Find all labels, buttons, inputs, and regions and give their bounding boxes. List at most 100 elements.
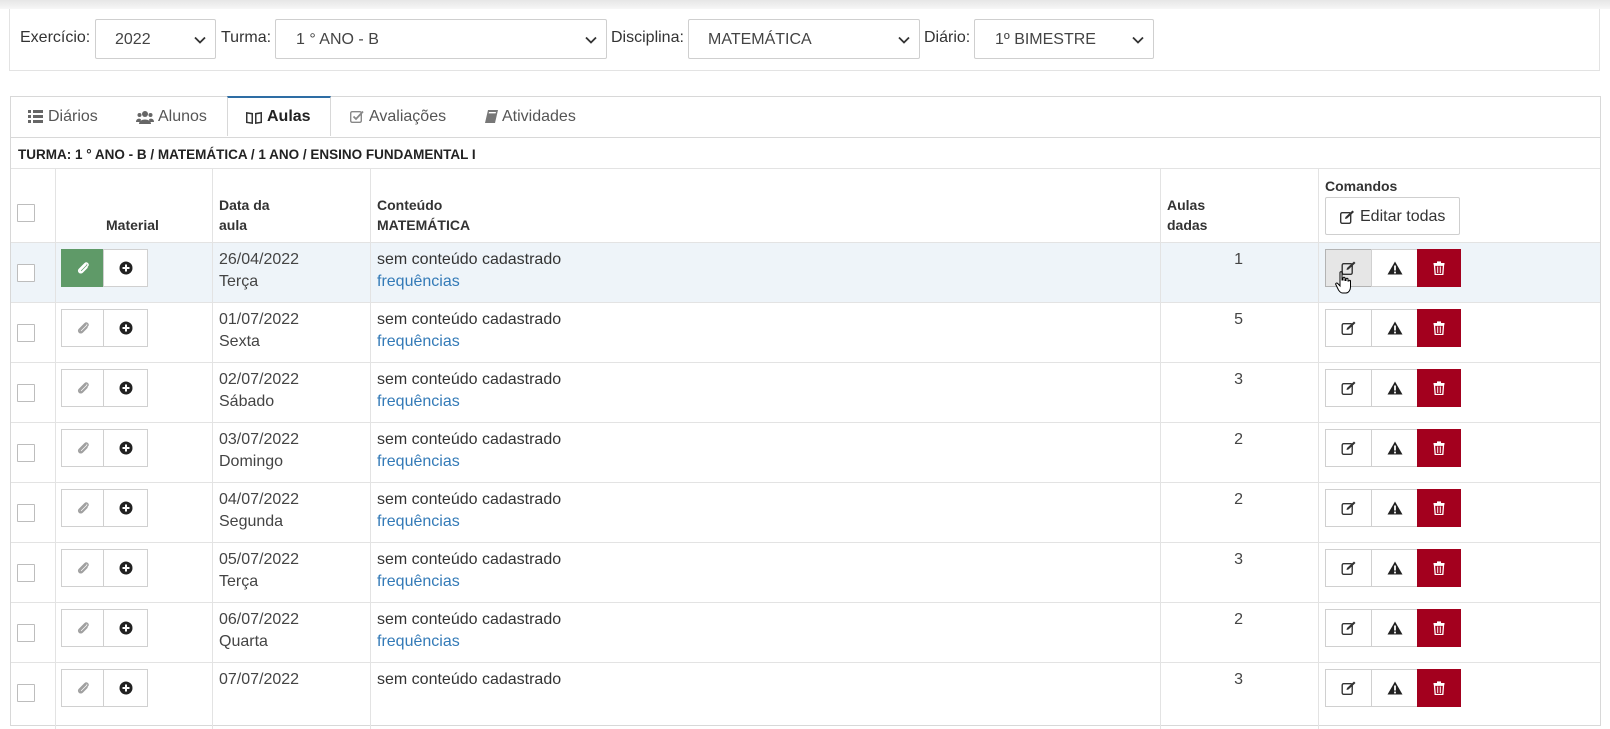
warning-button[interactable] (1371, 489, 1418, 527)
lesson-date: 05/07/2022 (219, 551, 300, 568)
lesson-weekday: Segunda (219, 513, 284, 530)
frequencias-link[interactable]: frequências (377, 573, 460, 591)
plus-circle-icon (119, 501, 132, 515)
table-row: 06/07/2022 Quarta sem conteúdo cadastrado f… (11, 602, 1600, 662)
attach-material-button[interactable] (61, 609, 105, 647)
row-checkbox[interactable] (17, 324, 35, 342)
attach-material-button[interactable] (61, 489, 105, 527)
tab-diarios[interactable]: Diários (11, 97, 115, 137)
attach-material-button[interactable] (61, 309, 105, 347)
add-material-button[interactable] (103, 609, 148, 647)
frequencias-link[interactable]: frequências (377, 393, 460, 411)
edit-button[interactable] (1325, 549, 1372, 587)
add-material-button[interactable] (103, 249, 148, 287)
edit-button[interactable] (1325, 309, 1372, 347)
lesson-content: sem conteúdo cadastrado (377, 371, 562, 388)
warning-button[interactable] (1371, 249, 1418, 287)
frequencias-link[interactable]: frequências (377, 513, 460, 531)
tab-alunos[interactable]: Alunos (119, 97, 223, 137)
edit-icon (1340, 210, 1354, 224)
delete-button[interactable] (1417, 609, 1461, 647)
table-row: 01/07/2022 Sexta sem conteúdo cadastrado fr… (11, 302, 1600, 362)
row-checkbox[interactable] (17, 564, 35, 582)
column-divider (55, 169, 56, 729)
add-material-button[interactable] (103, 489, 148, 527)
delete-button[interactable] (1417, 549, 1461, 587)
lesson-date: 26/04/2022 (219, 251, 300, 268)
edit-icon (1341, 441, 1355, 455)
tab-bar: Diários Alunos Aulas Avaliações Atividad… (11, 96, 1600, 138)
diario-select[interactable]: 1º BIMESTRE (974, 19, 1154, 59)
edit-all-button[interactable]: Editar todas (1325, 197, 1460, 235)
warning-button[interactable] (1371, 549, 1418, 587)
edit-button[interactable] (1325, 369, 1372, 407)
tab-avaliacoes-label: Avaliações (369, 108, 447, 125)
warning-icon (1387, 321, 1402, 335)
tab-atividades[interactable]: Atividades (471, 97, 591, 137)
select-all-checkbox[interactable] (17, 204, 35, 222)
row-checkbox[interactable] (17, 264, 35, 282)
delete-button[interactable] (1417, 369, 1461, 407)
chevron-down-icon (898, 36, 910, 44)
warning-button[interactable] (1371, 669, 1418, 707)
top-shade (0, 0, 1610, 9)
lesson-weekday: Terça (219, 573, 259, 590)
exercicio-value: 2022 (115, 31, 151, 48)
attach-material-button[interactable] (61, 549, 105, 587)
exercicio-select[interactable]: 2022 (95, 19, 216, 59)
add-material-button[interactable] (103, 669, 148, 707)
lesson-content: sem conteúdo cadastrado (377, 611, 562, 628)
aulas-dadas-count: 3 (1234, 671, 1243, 688)
attach-material-button[interactable] (61, 669, 105, 707)
lesson-weekday: Quarta (219, 633, 268, 650)
attach-material-button[interactable] (61, 429, 105, 467)
users-icon (136, 111, 154, 124)
frequencias-link[interactable]: frequências (377, 633, 460, 651)
plus-circle-icon (119, 621, 132, 635)
edit-button[interactable] (1325, 669, 1372, 707)
tab-avaliacoes[interactable]: Avaliações (335, 97, 467, 137)
delete-button[interactable] (1417, 249, 1461, 287)
delete-button[interactable] (1417, 309, 1461, 347)
edit-icon (1341, 561, 1355, 575)
disciplina-select[interactable]: MATEMÁTICA (688, 19, 920, 59)
delete-button[interactable] (1417, 429, 1461, 467)
row-checkbox[interactable] (17, 444, 35, 462)
delete-button[interactable] (1417, 669, 1461, 707)
trash-icon (1433, 681, 1445, 695)
row-checkbox[interactable] (17, 504, 35, 522)
tab-diarios-label: Diários (48, 108, 98, 125)
turma-select[interactable]: 1 ° ANO - B (275, 19, 607, 59)
edit-button[interactable] (1325, 429, 1372, 467)
turma-value: 1 ° ANO - B (296, 31, 379, 48)
edit-icon (1341, 621, 1355, 635)
edit-button[interactable] (1325, 489, 1372, 527)
add-material-button[interactable] (103, 309, 148, 347)
add-material-button[interactable] (103, 549, 148, 587)
add-material-button[interactable] (103, 369, 148, 407)
warning-button[interactable] (1371, 369, 1418, 407)
frequencias-link[interactable]: frequências (377, 273, 460, 291)
attach-material-button[interactable] (61, 249, 105, 287)
paperclip-icon (77, 382, 89, 394)
header-comandos: Comandos (1325, 178, 1398, 194)
attach-material-button[interactable] (61, 369, 105, 407)
tab-aulas[interactable]: Aulas (227, 96, 331, 136)
row-checkbox[interactable] (17, 384, 35, 402)
warning-icon (1387, 621, 1402, 635)
divider (11, 168, 1600, 169)
delete-button[interactable] (1417, 489, 1461, 527)
frequencias-link[interactable]: frequências (377, 333, 460, 351)
warning-button[interactable] (1371, 429, 1418, 467)
warning-button[interactable] (1371, 309, 1418, 347)
warning-button[interactable] (1371, 609, 1418, 647)
turma-label: Turma: (221, 29, 272, 46)
header-data-line2: aula (219, 217, 248, 233)
add-material-button[interactable] (103, 429, 148, 467)
warning-icon (1387, 561, 1402, 575)
row-checkbox[interactable] (17, 684, 35, 702)
warning-icon (1387, 261, 1402, 275)
row-checkbox[interactable] (17, 624, 35, 642)
edit-button[interactable] (1325, 609, 1372, 647)
frequencias-link[interactable]: frequências (377, 453, 460, 471)
